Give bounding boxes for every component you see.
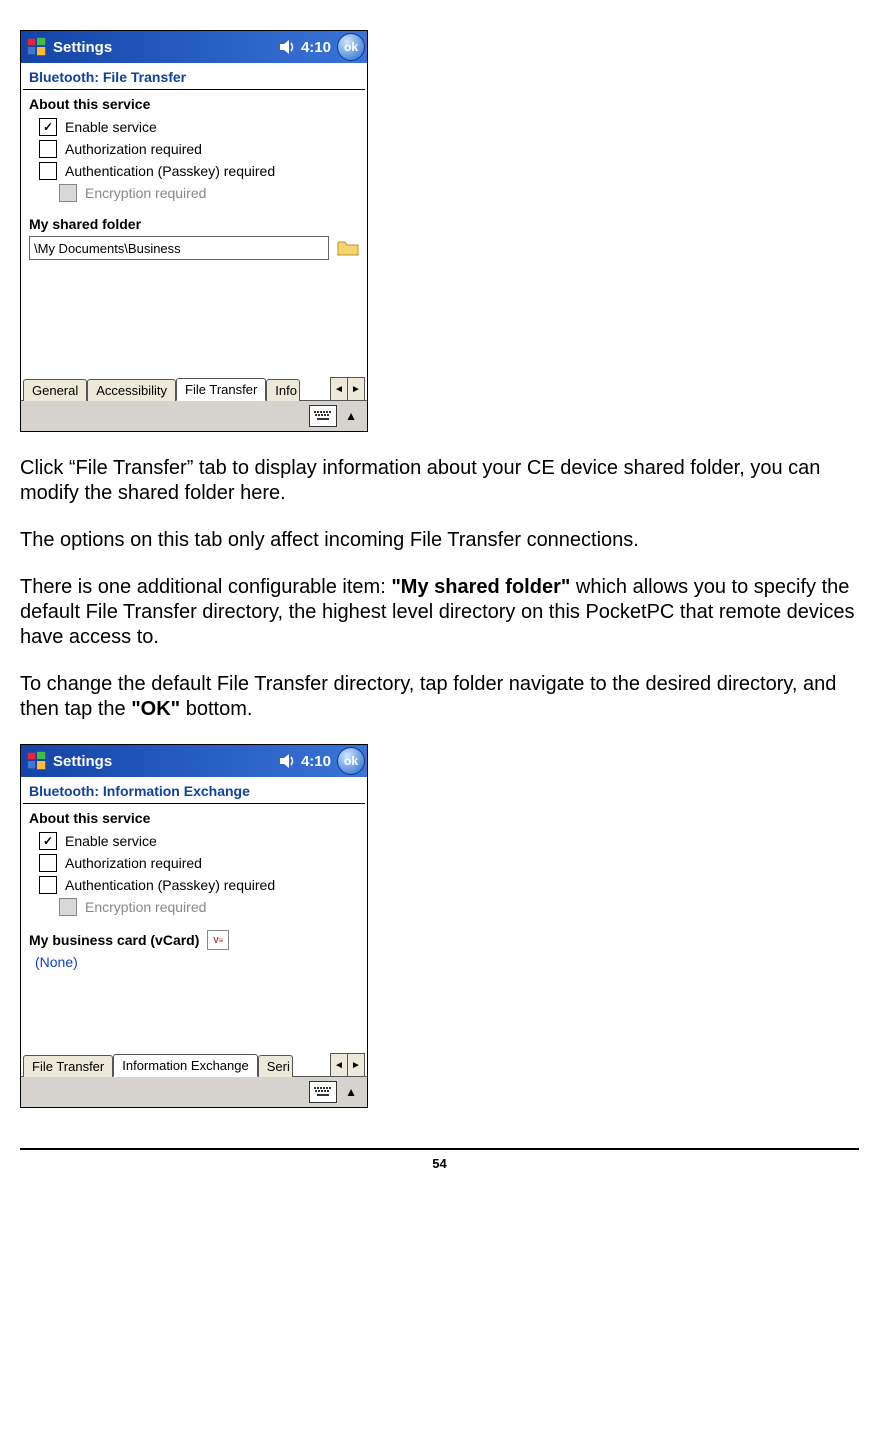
keyboard-icon[interactable]	[309, 1081, 337, 1103]
tab-information-exchange[interactable]: Information Exchange	[113, 1054, 257, 1077]
tab-general[interactable]: General	[23, 379, 87, 401]
start-icon[interactable]	[25, 35, 49, 59]
text-bold: "My shared folder"	[391, 576, 570, 598]
section-shared-folder-title: My shared folder	[21, 210, 367, 234]
option-label: Authorization required	[65, 141, 202, 157]
folder-icon[interactable]	[337, 239, 359, 257]
window-title: Settings	[53, 39, 279, 56]
tab-scroll-right-icon[interactable]: ►	[347, 1054, 364, 1076]
checkbox-disabled-icon	[59, 898, 77, 916]
shared-folder-row: \My Documents\Business	[21, 234, 367, 264]
clock-text: 4:10	[301, 39, 331, 56]
tab-scroll-right-icon[interactable]: ►	[347, 378, 364, 400]
options-group: Enable service Authorization required Au…	[21, 118, 367, 210]
vcard-icon[interactable]: V≡	[207, 930, 229, 950]
text-bold: "OK"	[131, 698, 180, 720]
tab-bar: File Transfer Information Exchange Seri …	[21, 1050, 367, 1076]
option-authorization-required[interactable]: Authorization required	[39, 854, 359, 872]
vcard-value[interactable]: (None)	[21, 950, 367, 970]
tab-scroll-left-icon[interactable]: ◄	[331, 378, 347, 400]
option-authorization-required[interactable]: Authorization required	[39, 140, 359, 158]
checkbox-icon[interactable]	[39, 140, 57, 158]
checkbox-checked-icon[interactable]	[39, 832, 57, 850]
option-label: Encryption required	[85, 185, 206, 201]
sip-up-icon[interactable]: ▲	[341, 1085, 361, 1099]
start-icon[interactable]	[25, 749, 49, 773]
tab-scroll: ◄ ►	[330, 377, 365, 400]
option-encryption-required: Encryption required	[59, 184, 359, 202]
sip-up-icon[interactable]: ▲	[341, 409, 361, 423]
screenshot-file-transfer: Settings 4:10 ok Bluetooth: File Transfe…	[20, 30, 368, 432]
tab-file-transfer[interactable]: File Transfer	[176, 378, 266, 401]
section-vcard-title: My business card (vCard)	[29, 932, 199, 948]
paragraph: Click “File Transfer” tab to display inf…	[20, 456, 859, 506]
document-body: Click “File Transfer” tab to display inf…	[20, 456, 859, 722]
option-label: Authentication (Passkey) required	[65, 877, 275, 893]
window-titlebar: Settings 4:10 ok	[21, 31, 367, 63]
screen-header: Bluetooth: Information Exchange	[21, 777, 367, 803]
tab-scroll: ◄ ►	[330, 1053, 365, 1076]
page-number: 54	[432, 1156, 446, 1171]
paragraph: There is one additional configurable ite…	[20, 575, 859, 650]
checkbox-disabled-icon	[59, 184, 77, 202]
keyboard-icon[interactable]	[309, 405, 337, 427]
window-titlebar: Settings 4:10 ok	[21, 745, 367, 777]
checkbox-icon[interactable]	[39, 876, 57, 894]
option-enable-service[interactable]: Enable service	[39, 832, 359, 850]
paragraph: To change the default File Transfer dire…	[20, 672, 859, 722]
text: There is one additional configurable ite…	[20, 576, 391, 598]
tab-accessibility[interactable]: Accessibility	[87, 379, 176, 401]
ok-button[interactable]: ok	[337, 747, 365, 775]
checkbox-checked-icon[interactable]	[39, 118, 57, 136]
section-about-title: About this service	[21, 804, 367, 828]
tab-file-transfer[interactable]: File Transfer	[23, 1055, 113, 1077]
section-about-title: About this service	[21, 90, 367, 114]
speaker-icon[interactable]	[279, 39, 297, 55]
option-label: Enable service	[65, 119, 157, 135]
text: bottom.	[180, 698, 252, 720]
checkbox-icon[interactable]	[39, 162, 57, 180]
shared-folder-input[interactable]: \My Documents\Business	[29, 236, 329, 260]
tab-serial[interactable]: Seri	[258, 1055, 293, 1077]
clock-text: 4:10	[301, 753, 331, 770]
sip-bar: ▲	[21, 400, 367, 431]
tab-scroll-left-icon[interactable]: ◄	[331, 1054, 347, 1076]
ok-button[interactable]: ok	[337, 33, 365, 61]
window-title: Settings	[53, 753, 279, 770]
option-label: Enable service	[65, 833, 157, 849]
page-footer: 54	[20, 1148, 859, 1171]
option-enable-service[interactable]: Enable service	[39, 118, 359, 136]
screenshot-information-exchange: Settings 4:10 ok Bluetooth: Information …	[20, 744, 368, 1108]
option-label: Authorization required	[65, 855, 202, 871]
option-encryption-required: Encryption required	[59, 898, 359, 916]
spacer	[21, 970, 367, 1050]
spacer	[21, 264, 367, 374]
options-group: Enable service Authorization required Au…	[21, 832, 367, 924]
tab-info[interactable]: Info	[266, 379, 300, 401]
checkbox-icon[interactable]	[39, 854, 57, 872]
option-label: Encryption required	[85, 899, 206, 915]
sip-bar: ▲	[21, 1076, 367, 1107]
option-authentication-required[interactable]: Authentication (Passkey) required	[39, 876, 359, 894]
tab-bar: General Accessibility File Transfer Info…	[21, 374, 367, 400]
screen-header: Bluetooth: File Transfer	[21, 63, 367, 89]
option-authentication-required[interactable]: Authentication (Passkey) required	[39, 162, 359, 180]
speaker-icon[interactable]	[279, 753, 297, 769]
vcard-row: My business card (vCard) V≡	[21, 924, 367, 950]
paragraph: The options on this tab only affect inco…	[20, 528, 859, 553]
option-label: Authentication (Passkey) required	[65, 163, 275, 179]
